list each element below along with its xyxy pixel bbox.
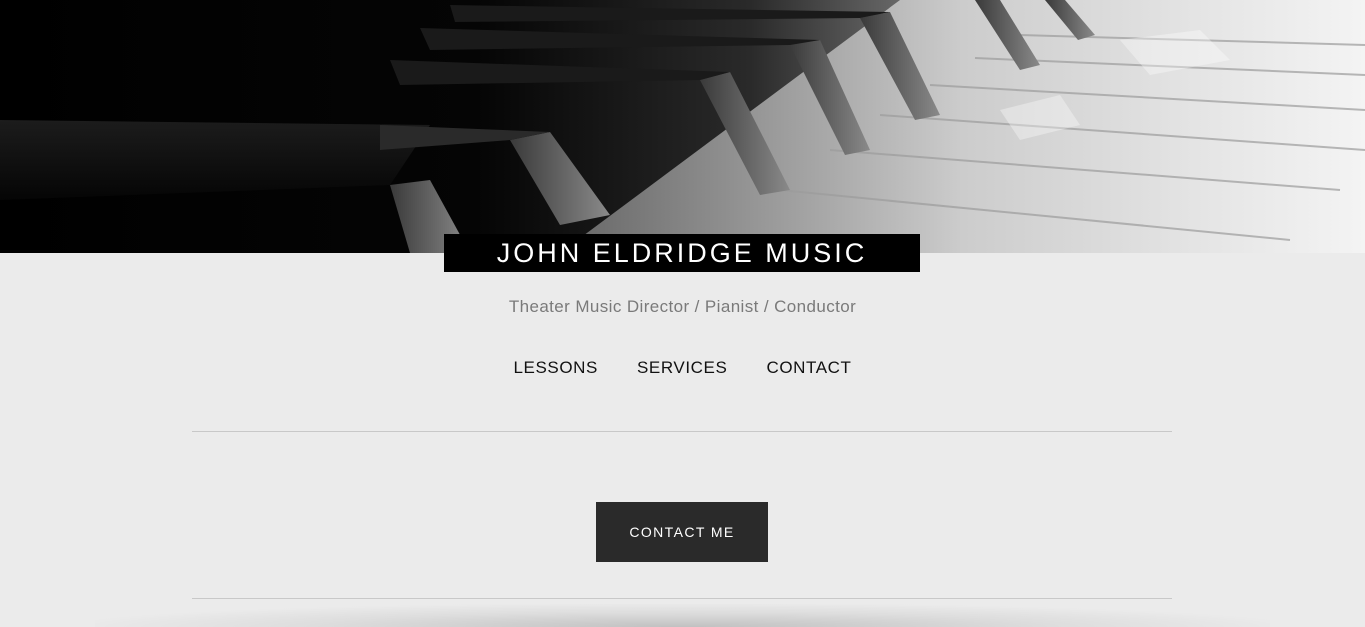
nav-item-contact[interactable]: CONTACT: [766, 358, 851, 378]
hero-piano-image: [0, 0, 1365, 253]
site-subtitle: Theater Music Director / Pianist / Condu…: [508, 297, 857, 316]
bottom-divider: [192, 598, 1172, 599]
nav-item-services[interactable]: SERVICES: [637, 358, 727, 378]
top-divider: [192, 431, 1172, 432]
main-nav: LESSONS SERVICES CONTACT: [0, 358, 1365, 378]
site-title-box: JOHN ELDRIDGE MUSIC: [444, 234, 920, 272]
nav-item-lessons[interactable]: LESSONS: [513, 358, 598, 378]
contact-me-button[interactable]: CONTACT ME: [596, 502, 768, 562]
site-title[interactable]: JOHN ELDRIDGE MUSIC: [497, 238, 868, 269]
piano-keys-illustration: [0, 0, 1365, 253]
footer-shadow: [95, 604, 1270, 627]
